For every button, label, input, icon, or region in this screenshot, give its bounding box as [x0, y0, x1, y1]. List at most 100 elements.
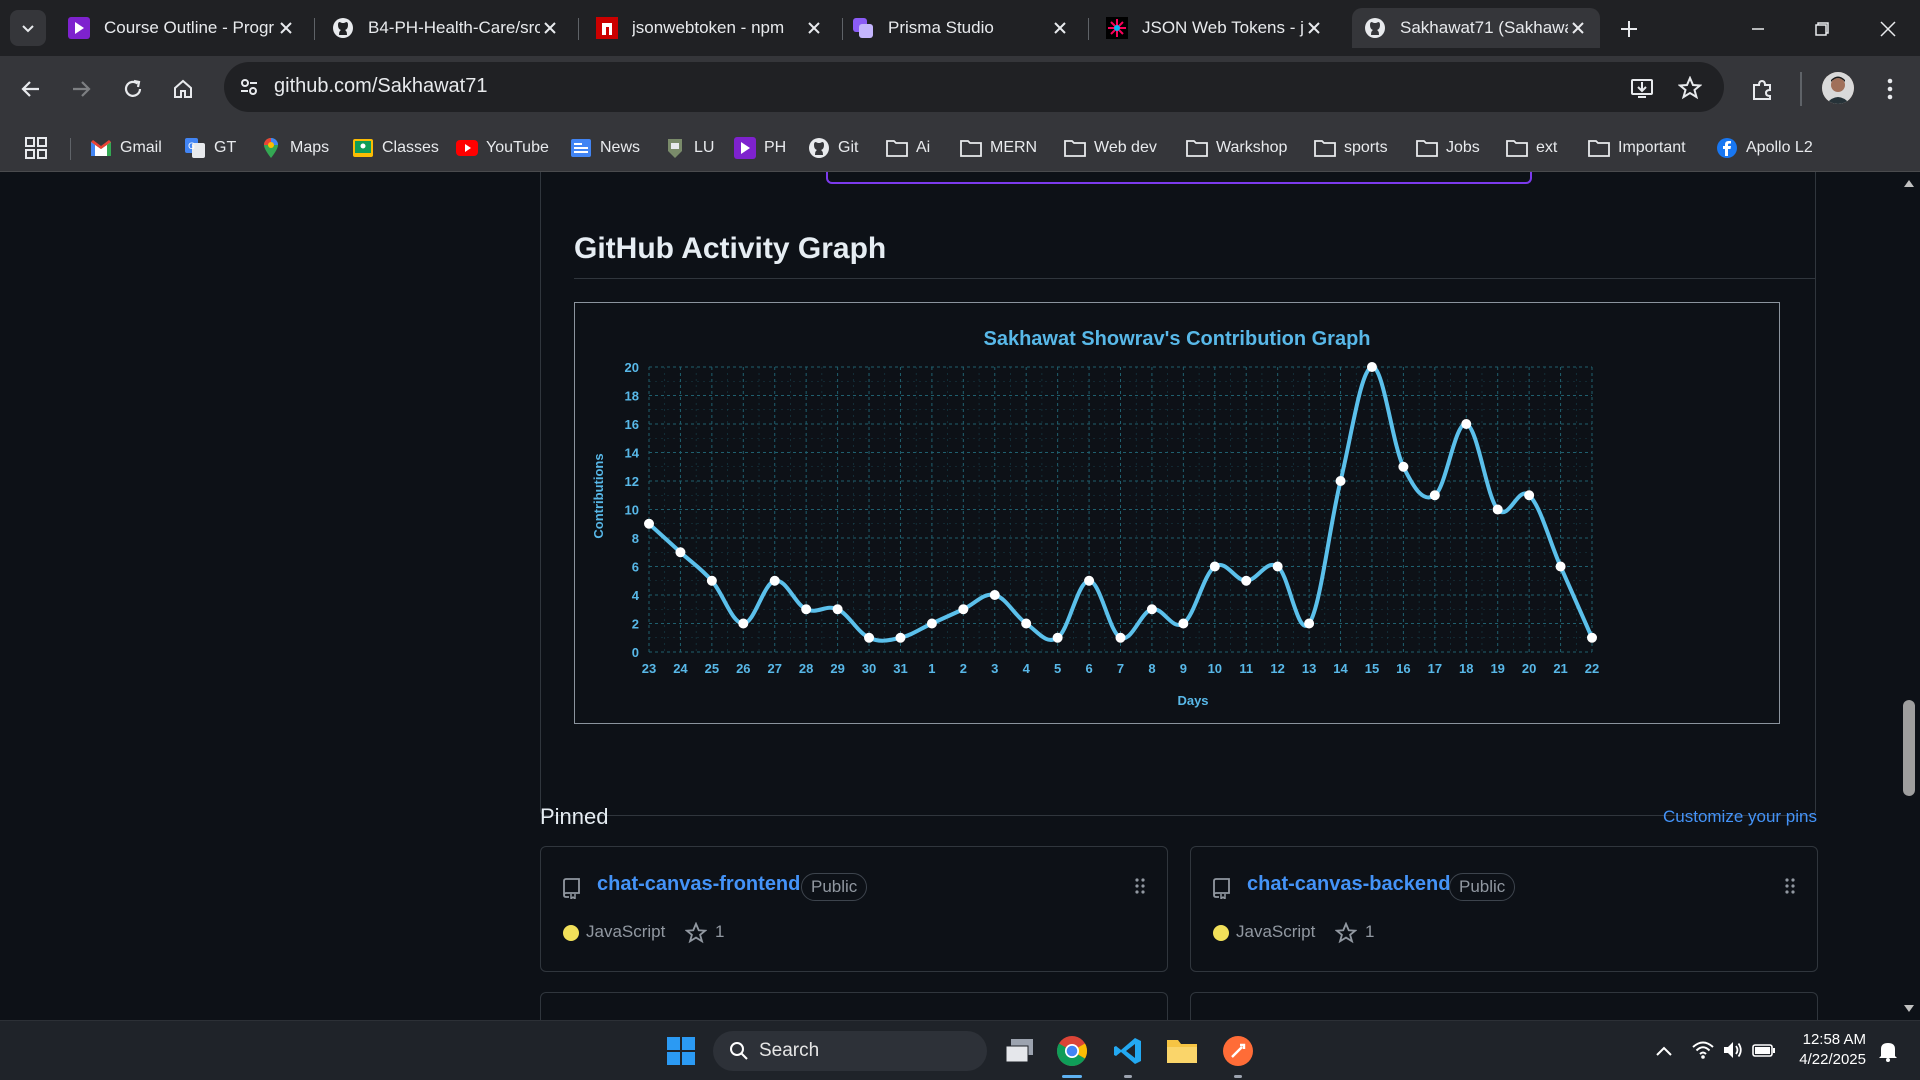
- close-icon[interactable]: [1050, 18, 1070, 38]
- bookmark-label: News: [600, 139, 641, 156]
- bookmark-folder-important[interactable]: Important: [1588, 134, 1686, 162]
- tab-json-web-tokens[interactable]: JSON Web Tokens - jw: [1094, 8, 1336, 48]
- bookmark-lu[interactable]: LU: [664, 134, 714, 162]
- home-button[interactable]: [166, 72, 200, 106]
- pinned-repo-card[interactable]: chat-canvas-frontend Public JavaScript 1: [540, 846, 1168, 972]
- bookmark-folder-warkshop[interactable]: Warkshop: [1186, 134, 1287, 162]
- avatar[interactable]: [1822, 72, 1854, 104]
- repo-name-link[interactable]: chat-canvas-backend: [1247, 873, 1450, 896]
- data-point: [958, 604, 969, 615]
- bookmark-folder-jobs[interactable]: Jobs: [1416, 134, 1480, 162]
- battery-icon[interactable]: [1752, 1039, 1776, 1061]
- language-color-dot: [563, 925, 579, 941]
- close-icon[interactable]: [540, 18, 560, 38]
- x-tick-label: 31: [893, 661, 907, 676]
- apps-grid-icon[interactable]: [24, 136, 48, 160]
- star-count[interactable]: 1: [715, 922, 724, 942]
- install-app-button[interactable]: [1628, 74, 1656, 102]
- bookmark-youtube[interactable]: YouTube: [456, 134, 549, 162]
- taskbar-search[interactable]: Search: [713, 1031, 987, 1071]
- bookmark-folder-web-dev[interactable]: Web dev: [1064, 134, 1157, 162]
- bookmark-maps[interactable]: Maps: [260, 134, 329, 162]
- notifications-icon[interactable]: [1876, 1039, 1900, 1063]
- bookmark-star-button[interactable]: [1676, 74, 1704, 102]
- close-icon[interactable]: [1304, 18, 1324, 38]
- page-scrollbar[interactable]: [1898, 172, 1920, 1020]
- x-tick-label: 24: [673, 661, 688, 676]
- show-hidden-icons-button[interactable]: [1654, 1041, 1674, 1061]
- taskbar-vscode[interactable]: [1108, 1031, 1148, 1071]
- data-point: [801, 604, 812, 615]
- bookmark-label: Gmail: [120, 139, 162, 156]
- scroll-down-icon[interactable]: [1903, 1004, 1915, 1014]
- minimize-icon: [1752, 28, 1764, 30]
- close-window-button[interactable]: [1868, 14, 1908, 44]
- menu-button[interactable]: [1876, 72, 1904, 106]
- pinned-repo-card-partial[interactable]: [540, 992, 1168, 1020]
- bookmark-folder-ext[interactable]: ext: [1506, 134, 1557, 162]
- contribution-chart-svg: Sakhawat Showrav's Contribution Graph 02…: [591, 328, 1599, 708]
- readme-embed-box: [826, 172, 1532, 184]
- reload-button[interactable]: [116, 72, 150, 106]
- site-info-icon[interactable]: [236, 74, 262, 100]
- close-icon[interactable]: [276, 18, 296, 38]
- drag-handle-icon[interactable]: [1785, 877, 1795, 895]
- minimize-button[interactable]: [1738, 14, 1778, 44]
- y-tick-label: 2: [632, 617, 639, 632]
- pinned-repo-card-partial[interactable]: [1190, 992, 1818, 1020]
- bookmark-folder-mern[interactable]: MERN: [960, 134, 1037, 162]
- install-icon: [1631, 79, 1653, 98]
- scroll-up-icon[interactable]: [1903, 178, 1915, 188]
- tab-prisma-studio[interactable]: Prisma Studio: [840, 8, 1082, 48]
- wifi-icon[interactable]: [1692, 1039, 1714, 1061]
- bookmark-gt[interactable]: G GT: [184, 134, 236, 162]
- volume-icon[interactable]: [1722, 1039, 1744, 1061]
- close-icon[interactable]: [1568, 18, 1588, 38]
- customize-pins-link[interactable]: Customize your pins: [1663, 807, 1817, 827]
- star-icon[interactable]: [1335, 922, 1357, 944]
- restore-button[interactable]: [1802, 14, 1842, 44]
- new-tab-button[interactable]: [1612, 14, 1646, 44]
- back-button[interactable]: [14, 72, 48, 106]
- clock-time[interactable]: 12:58 AM: [1803, 1031, 1866, 1048]
- chrome-icon: [1056, 1036, 1088, 1067]
- extensions-button[interactable]: [1746, 74, 1778, 106]
- star-count[interactable]: 1: [1365, 922, 1374, 942]
- youtube-icon: [456, 137, 478, 159]
- tab-course-outline[interactable]: Course Outline - Progr: [56, 8, 308, 48]
- pinned-repo-card[interactable]: chat-canvas-backend Public JavaScript 1: [1190, 846, 1818, 972]
- bookmark-classes[interactable]: Classes: [352, 134, 439, 162]
- forward-button[interactable]: [64, 72, 98, 106]
- bookmark-folder-ai[interactable]: Ai: [886, 134, 930, 162]
- tab-jsonwebtoken[interactable]: jsonwebtoken - npm: [584, 8, 836, 48]
- taskbar-file-explorer[interactable]: [1162, 1031, 1202, 1071]
- bookmark-news[interactable]: News: [570, 134, 640, 162]
- clock-date[interactable]: 4/22/2025: [1799, 1051, 1866, 1068]
- bookmark-label: sports: [1344, 139, 1388, 156]
- bookmark-ph[interactable]: PH: [734, 134, 786, 162]
- scrollbar-thumb[interactable]: [1903, 700, 1915, 796]
- x-tick-label: 28: [799, 661, 813, 676]
- bookmark-gmail[interactable]: Gmail: [90, 134, 162, 162]
- tab-health-care[interactable]: B4-PH-Health-Care/src: [320, 8, 572, 48]
- github-icon: [808, 137, 830, 159]
- bookmark-apollo-l2[interactable]: Apollo L2: [1716, 134, 1813, 162]
- x-tick-label: 1: [928, 661, 935, 676]
- puzzle-icon: [1753, 79, 1771, 100]
- address-bar[interactable]: github.com/Sakhawat71: [224, 62, 1724, 112]
- close-icon[interactable]: [804, 18, 824, 38]
- repo-name-link[interactable]: chat-canvas-frontend: [597, 873, 800, 896]
- arrow-left-icon: [21, 81, 39, 97]
- tab-search-button[interactable]: [10, 10, 46, 46]
- bookmark-folder-sports[interactable]: sports: [1314, 134, 1388, 162]
- taskbar-chrome[interactable]: [1052, 1031, 1092, 1071]
- data-point: [644, 518, 654, 529]
- star-icon[interactable]: [685, 922, 707, 944]
- task-view-button[interactable]: [1000, 1031, 1040, 1071]
- drag-handle-icon[interactable]: [1135, 877, 1145, 895]
- start-button[interactable]: [661, 1031, 701, 1071]
- bookmark-git[interactable]: Git: [808, 134, 858, 162]
- taskbar-postman[interactable]: [1218, 1031, 1258, 1071]
- tab-sakhawat71[interactable]: Sakhawat71 (Sakhawat: [1352, 8, 1600, 48]
- data-point: [926, 618, 937, 629]
